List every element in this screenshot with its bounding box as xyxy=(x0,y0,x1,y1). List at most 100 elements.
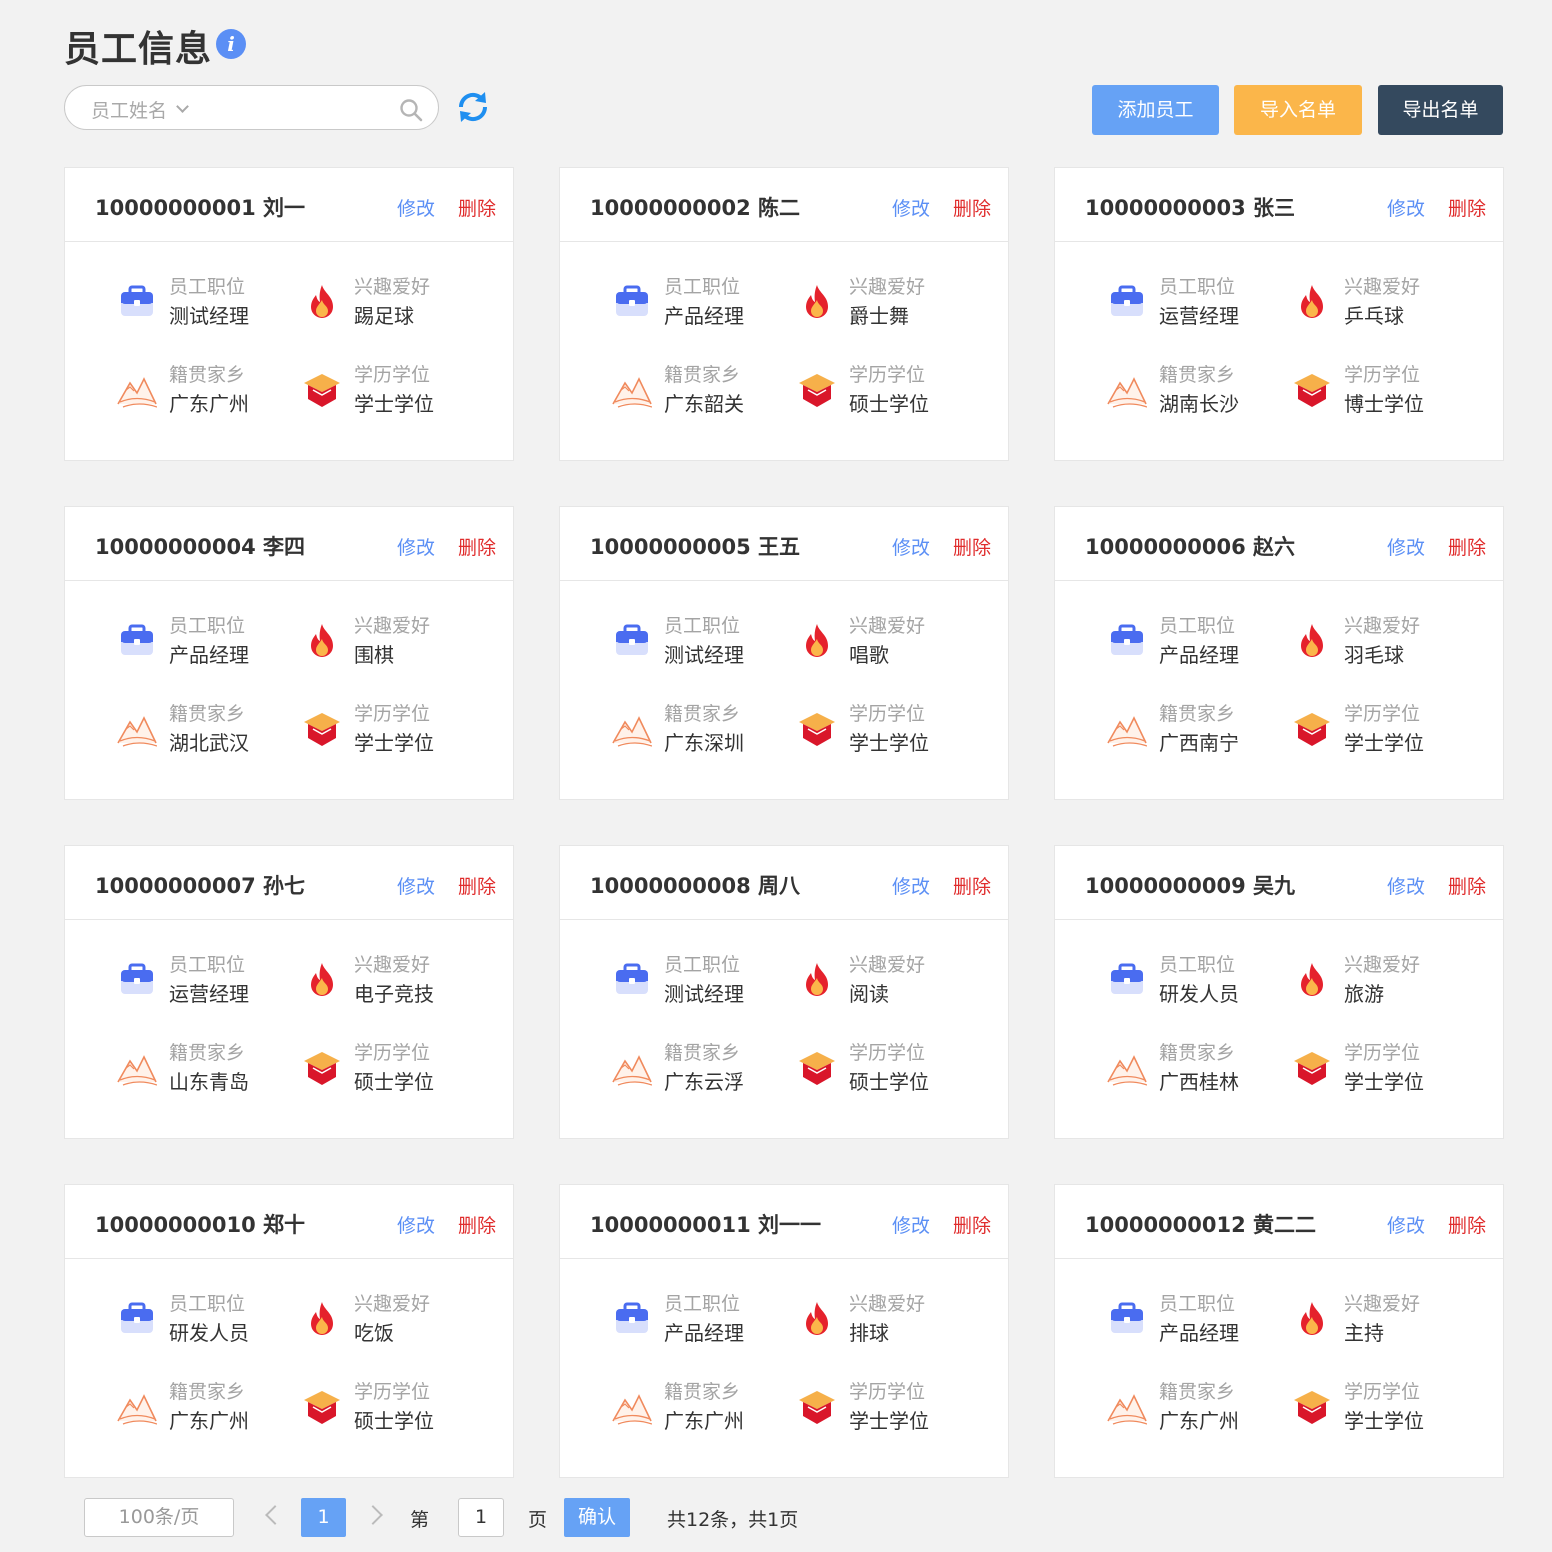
chevron-down-icon[interactable] xyxy=(176,100,189,113)
degree-label: 学历学位 xyxy=(354,703,431,725)
search-icon[interactable] xyxy=(399,98,423,122)
chevron-right-icon[interactable] xyxy=(363,1505,383,1525)
degree-value: 硕士学位 xyxy=(354,1409,434,1433)
hometown-label: 籍贯家乡 xyxy=(1159,1381,1236,1403)
position-value: 产品经理 xyxy=(169,643,249,667)
hobby-label: 兴趣爱好 xyxy=(354,954,431,976)
delete-link[interactable]: 删除 xyxy=(1448,533,1486,560)
edit-link[interactable]: 修改 xyxy=(397,533,435,560)
degree-value: 学士学位 xyxy=(1344,1070,1424,1094)
hobby-value: 主持 xyxy=(1344,1321,1384,1345)
employee-card: 10000000001 刘一 修改 删除 员工职位 测试经理 兴趣爱好 踢足球 xyxy=(64,167,514,461)
hometown-field: 籍贯家乡 广东广州 xyxy=(1107,1377,1297,1437)
mountain-icon xyxy=(1107,716,1147,747)
graduation-cap-icon xyxy=(1294,713,1330,746)
edit-link[interactable]: 修改 xyxy=(1387,533,1425,560)
mountain-icon xyxy=(612,1055,652,1086)
card-header: 10000000011 刘一一 修改 删除 xyxy=(560,1185,1008,1259)
edit-link[interactable]: 修改 xyxy=(892,1211,930,1238)
delete-link[interactable]: 删除 xyxy=(953,194,991,221)
position-field: 员工职位 产品经理 xyxy=(612,272,802,332)
mountain-icon xyxy=(117,716,157,747)
degree-label: 学历学位 xyxy=(354,1381,431,1403)
hometown-field: 籍贯家乡 广东深圳 xyxy=(612,699,802,759)
position-value: 产品经理 xyxy=(664,1321,744,1345)
position-field: 员工职位 产品经理 xyxy=(1107,1289,1297,1349)
delete-link[interactable]: 删除 xyxy=(458,872,496,899)
edit-link[interactable]: 修改 xyxy=(892,533,930,560)
hometown-label: 籍贯家乡 xyxy=(169,1042,246,1064)
hometown-label: 籍贯家乡 xyxy=(664,1381,741,1403)
edit-link[interactable]: 修改 xyxy=(397,872,435,899)
delete-link[interactable]: 删除 xyxy=(458,533,496,560)
hobby-label: 兴趣爱好 xyxy=(849,954,926,976)
position-value: 运营经理 xyxy=(169,982,249,1006)
info-icon[interactable]: i xyxy=(216,29,246,59)
position-field: 员工职位 测试经理 xyxy=(117,272,307,332)
refresh-icon[interactable] xyxy=(455,89,491,125)
degree-field: 学历学位 硕士学位 xyxy=(797,1038,987,1098)
hometown-value: 广东韶关 xyxy=(664,392,744,416)
hometown-label: 籍贯家乡 xyxy=(169,364,246,386)
degree-label: 学历学位 xyxy=(1344,1381,1421,1403)
degree-value: 学士学位 xyxy=(354,731,434,755)
delete-link[interactable]: 删除 xyxy=(1448,194,1486,221)
fire-icon xyxy=(806,285,828,318)
edit-link[interactable]: 修改 xyxy=(892,194,930,221)
hometown-label: 籍贯家乡 xyxy=(664,364,741,386)
goto-suffix: 页 xyxy=(528,1509,548,1531)
degree-label: 学历学位 xyxy=(849,703,926,725)
edit-link[interactable]: 修改 xyxy=(1387,872,1425,899)
degree-value: 学士学位 xyxy=(849,731,929,755)
edit-link[interactable]: 修改 xyxy=(1387,1211,1425,1238)
employee-card: 10000000002 陈二 修改 删除 员工职位 产品经理 兴趣爱好 爵士舞 xyxy=(559,167,1009,461)
delete-link[interactable]: 删除 xyxy=(1448,872,1486,899)
hometown-field: 籍贯家乡 广西桂林 xyxy=(1107,1038,1297,1098)
position-label: 员工职位 xyxy=(664,615,741,637)
edit-link[interactable]: 修改 xyxy=(397,1211,435,1238)
mountain-icon xyxy=(612,377,652,408)
employee-card: 10000000006 赵六 修改 删除 员工职位 产品经理 兴趣爱好 羽毛球 xyxy=(1054,506,1504,800)
goto-page-input[interactable]: 1 xyxy=(458,1498,504,1537)
employee-title: 10000000012 黄二二 xyxy=(1085,1213,1317,1237)
graduation-cap-icon xyxy=(304,713,340,746)
search-field-select[interactable]: 员工姓名 xyxy=(91,96,167,123)
hobby-label: 兴趣爱好 xyxy=(354,276,431,298)
position-label: 员工职位 xyxy=(169,1293,246,1315)
hometown-field: 籍贯家乡 广东云浮 xyxy=(612,1038,802,1098)
goto-prefix: 第 xyxy=(410,1509,430,1531)
delete-link[interactable]: 删除 xyxy=(953,872,991,899)
delete-link[interactable]: 删除 xyxy=(1448,1211,1486,1238)
page-size-select[interactable]: 100条/页 xyxy=(84,1498,234,1537)
delete-link[interactable]: 删除 xyxy=(953,533,991,560)
edit-link[interactable]: 修改 xyxy=(1387,194,1425,221)
fire-icon xyxy=(1301,285,1323,318)
current-page-button[interactable]: 1 xyxy=(301,1498,346,1537)
hometown-field: 籍贯家乡 山东青岛 xyxy=(117,1038,307,1098)
chevron-left-icon[interactable] xyxy=(265,1505,285,1525)
degree-field: 学历学位 学士学位 xyxy=(1292,1377,1482,1437)
import-list-button[interactable]: 导入名单 xyxy=(1234,85,1362,135)
card-header: 10000000012 黄二二 修改 删除 xyxy=(1055,1185,1503,1259)
employee-title: 10000000005 王五 xyxy=(590,535,801,559)
add-employee-button[interactable]: 添加员工 xyxy=(1092,85,1219,135)
delete-link[interactable]: 删除 xyxy=(458,1211,496,1238)
export-list-button[interactable]: 导出名单 xyxy=(1378,85,1503,135)
position-label: 员工职位 xyxy=(664,954,741,976)
employee-title: 10000000002 陈二 xyxy=(590,196,801,220)
employee-card: 10000000012 黄二二 修改 删除 员工职位 产品经理 兴趣爱好 主持 xyxy=(1054,1184,1504,1478)
delete-link[interactable]: 删除 xyxy=(953,1211,991,1238)
search-input[interactable] xyxy=(205,94,385,122)
delete-link[interactable]: 删除 xyxy=(458,194,496,221)
position-field: 员工职位 测试经理 xyxy=(612,611,802,671)
hometown-label: 籍贯家乡 xyxy=(169,703,246,725)
edit-link[interactable]: 修改 xyxy=(397,194,435,221)
employee-title: 10000000011 刘一一 xyxy=(590,1213,822,1237)
hometown-value: 广东深圳 xyxy=(664,731,744,755)
edit-link[interactable]: 修改 xyxy=(892,872,930,899)
position-field: 员工职位 产品经理 xyxy=(1107,611,1297,671)
card-header: 10000000005 王五 修改 删除 xyxy=(560,507,1008,581)
hobby-field: 兴趣爱好 踢足球 xyxy=(302,272,492,332)
hometown-label: 籍贯家乡 xyxy=(1159,703,1236,725)
confirm-page-button[interactable]: 确认 xyxy=(564,1498,630,1537)
